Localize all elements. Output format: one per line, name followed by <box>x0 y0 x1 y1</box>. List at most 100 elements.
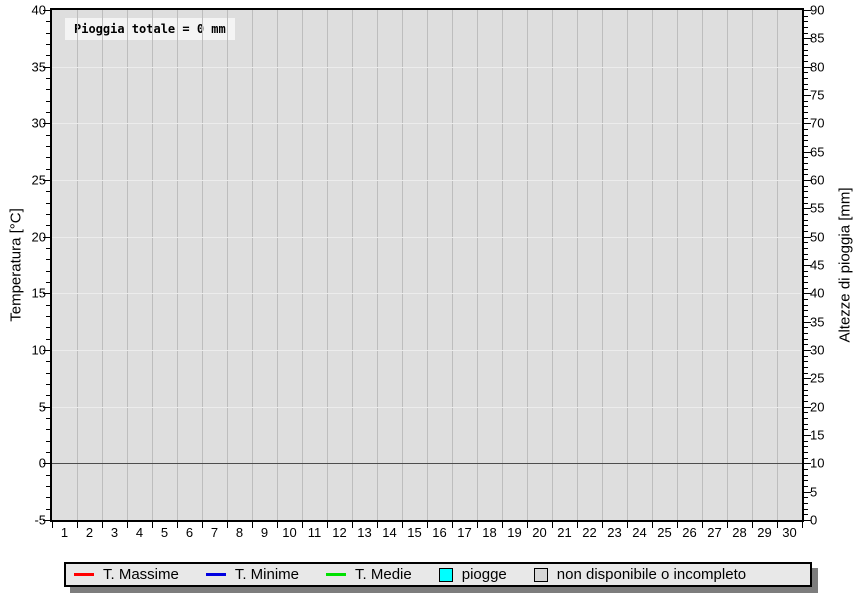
grid-line-vertical <box>477 10 478 520</box>
right-axis-tick <box>804 384 808 385</box>
left-axis-tick <box>46 89 50 90</box>
left-axis-tick <box>46 316 50 317</box>
left-axis-tick <box>46 441 50 442</box>
grid-line-vertical <box>227 10 228 520</box>
left-axis-tick <box>46 225 50 226</box>
right-axis-tick <box>804 55 808 56</box>
right-axis-tick <box>804 288 808 289</box>
right-axis-tick <box>804 27 808 28</box>
left-axis-tick <box>46 214 50 215</box>
right-axis-tick <box>804 276 808 277</box>
bottom-axis-tick-label: 21 <box>552 525 577 540</box>
right-axis-tick-label: 60 <box>810 174 850 187</box>
right-axis-tick <box>804 242 808 243</box>
left-axis-tick <box>46 271 50 272</box>
right-axis-tick <box>804 503 808 504</box>
right-axis-tick-label: 40 <box>810 287 850 300</box>
left-axis-tick <box>46 486 50 487</box>
left-axis-tick <box>46 509 50 510</box>
left-axis-tick <box>46 497 50 498</box>
bottom-axis-tick-label: 16 <box>427 525 452 540</box>
left-axis-tick-label: 15 <box>0 287 46 300</box>
left-axis-tick <box>46 248 50 249</box>
right-axis-tick <box>804 452 808 453</box>
right-axis-tick <box>804 282 808 283</box>
grid-line-vertical <box>427 10 428 520</box>
right-axis-tick <box>804 135 808 136</box>
right-axis-tick <box>804 169 808 170</box>
right-axis-tick <box>804 44 808 45</box>
bottom-axis-tick-label: 25 <box>652 525 677 540</box>
plot-area: Pioggia totale = 0 mm <box>52 10 802 520</box>
bottom-axis-tick-label: 9 <box>252 525 277 540</box>
right-axis-tick <box>804 339 808 340</box>
right-axis-tick-label: 30 <box>810 344 850 357</box>
grid-line-vertical <box>602 10 603 520</box>
left-axis-tick <box>46 78 50 79</box>
grid-line-vertical <box>77 10 78 520</box>
bottom-axis-tick-label: 13 <box>352 525 377 540</box>
grid-line-vertical <box>177 10 178 520</box>
right-axis-tick <box>804 146 808 147</box>
left-axis-title: Temperatura [°C] <box>8 208 25 322</box>
bottom-axis-tick-label: 23 <box>602 525 627 540</box>
right-axis-tick <box>804 214 808 215</box>
legend-item-piogge: piogge <box>439 566 507 583</box>
grid-line-vertical <box>502 10 503 520</box>
right-axis-tick-label: 80 <box>810 60 850 73</box>
bottom-axis-tick-label: 7 <box>202 525 227 540</box>
grid-line-horizontal <box>52 237 802 238</box>
legend-item-t-minime: T. Minime <box>206 566 299 583</box>
right-axis-tick-label: 75 <box>810 89 850 102</box>
right-axis-tick <box>804 333 808 334</box>
grid-line-horizontal <box>52 407 802 408</box>
grid-line-vertical <box>452 10 453 520</box>
bottom-axis-tick-label: 24 <box>627 525 652 540</box>
bottom-axis-tick-label: 6 <box>177 525 202 540</box>
right-axis-tick-label: 65 <box>810 145 850 158</box>
right-axis-tick <box>804 401 808 402</box>
bottom-axis-tick-label: 17 <box>452 525 477 540</box>
right-axis-tick <box>804 112 808 113</box>
grid-line-vertical <box>152 10 153 520</box>
right-axis-tick <box>804 186 808 187</box>
right-axis-tick <box>804 16 808 17</box>
left-axis-tick <box>46 339 50 340</box>
left-axis-tick-label: 35 <box>0 60 46 73</box>
bottom-axis-tick-label: 19 <box>502 525 527 540</box>
bottom-axis-tick-label: 18 <box>477 525 502 540</box>
right-axis-tick-label: 15 <box>810 429 850 442</box>
legend-square-swatch-icon <box>439 568 453 582</box>
bottom-axis-tick-label: 10 <box>277 525 302 540</box>
legend-line-swatch-icon <box>74 573 94 576</box>
legend-item-label: non disponibile o incompleto <box>557 566 746 583</box>
grid-line-vertical <box>127 10 128 520</box>
bottom-axis-tick-label: 3 <box>102 525 127 540</box>
right-axis-tick <box>804 203 808 204</box>
right-axis-tick <box>804 480 808 481</box>
right-axis-tick <box>804 174 808 175</box>
right-axis-tick <box>804 118 808 119</box>
right-axis-tick-label: 90 <box>810 4 850 17</box>
right-axis-tick <box>804 344 808 345</box>
grid-line-vertical <box>702 10 703 520</box>
legend-item-t-massime: T. Massime <box>74 566 179 583</box>
right-axis-tick <box>804 106 808 107</box>
legend-item-label: T. Medie <box>355 566 412 583</box>
bottom-axis-tick-label: 12 <box>327 525 352 540</box>
right-axis-tick <box>804 101 808 102</box>
right-axis-tick <box>804 441 808 442</box>
left-axis-tick <box>46 395 50 396</box>
legend-line-swatch-icon <box>326 573 346 576</box>
right-axis-tick-label: 25 <box>810 372 850 385</box>
left-axis-tick <box>46 418 50 419</box>
right-axis-tick-label: 85 <box>810 32 850 45</box>
rain-total-annotation: Pioggia totale = 0 mm <box>65 18 235 40</box>
right-axis-tick <box>804 248 808 249</box>
grid-line-vertical <box>252 10 253 520</box>
left-axis-tick <box>46 305 50 306</box>
legend-item-label: piogge <box>462 566 507 583</box>
left-axis-tick <box>46 282 50 283</box>
grid-line-vertical <box>777 10 778 520</box>
right-axis-tick <box>804 424 808 425</box>
